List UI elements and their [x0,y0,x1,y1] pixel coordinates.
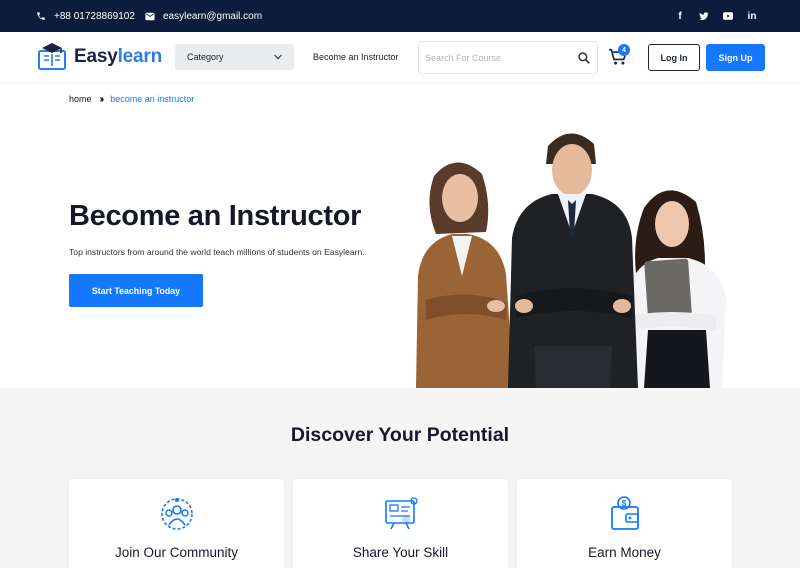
logo-icon [38,43,66,70]
logo-text-learn: learn [117,46,163,67]
logo[interactable]: Easylearn [36,40,162,74]
breadcrumb-home[interactable]: home [69,94,92,104]
card-label: Earn Money [588,545,661,560]
logo-text: Easylearn [74,46,162,68]
mail-icon [145,12,155,20]
chevron-down-icon [274,54,282,60]
main-header: Easylearn Category Become an Instructor … [0,32,800,82]
double-chevron-right-icon: ›› [99,93,104,105]
linkedin-icon[interactable]: in [740,4,764,28]
signup-button[interactable]: Sign Up [706,44,765,71]
logo-text-easy: Easy [74,46,118,67]
email-text: easylearn@gmail.com [163,10,263,22]
social-links: f in [668,0,764,32]
category-dropdown[interactable]: Category [175,44,294,70]
youtube-icon[interactable] [716,4,740,28]
search-box [418,41,598,74]
discover-section: Discover Your Potential Join Our Communi… [0,388,800,568]
start-teaching-button[interactable]: Start Teaching Today [69,274,203,307]
search-input[interactable] [425,46,570,70]
top-bar: +88 01728869102 easylearn@gmail.com f in [0,0,800,32]
facebook-icon[interactable]: f [668,4,692,28]
become-instructor-link[interactable]: Become an Instructor [313,44,399,70]
twitter-icon[interactable] [692,4,716,28]
phone-contact[interactable]: +88 01728869102 [36,0,135,32]
wallet-icon: $ [611,496,639,530]
card-share-skill[interactable]: Share Your Skill [293,479,508,568]
cart-count-badge: 4 [618,44,630,56]
card-label: Join Our Community [114,545,239,560]
card-join-community[interactable]: Join Our Community [69,479,284,568]
community-icon [161,498,193,530]
breadcrumb-current: become an instructor [110,94,195,104]
email-contact[interactable]: easylearn@gmail.com [145,0,262,32]
login-button[interactable]: Log In [648,44,700,71]
discover-title: Discover Your Potential [290,424,510,446]
phone-icon [37,12,45,20]
instructors-photo [416,133,726,388]
category-label: Category [187,52,224,62]
card-label: Share Your Skill [352,545,449,560]
card-earn-money[interactable]: $ Earn Money [517,479,732,568]
share-skill-icon [385,497,418,530]
search-icon[interactable] [577,51,591,65]
page-title: Become an Instructor [69,200,362,232]
phone-text: +88 01728869102 [54,10,135,22]
breadcrumb: home ›› become an instructor [69,93,194,105]
hero-subtitle: Top instructors from around the world te… [69,247,365,257]
svg-text:$: $ [622,499,627,508]
